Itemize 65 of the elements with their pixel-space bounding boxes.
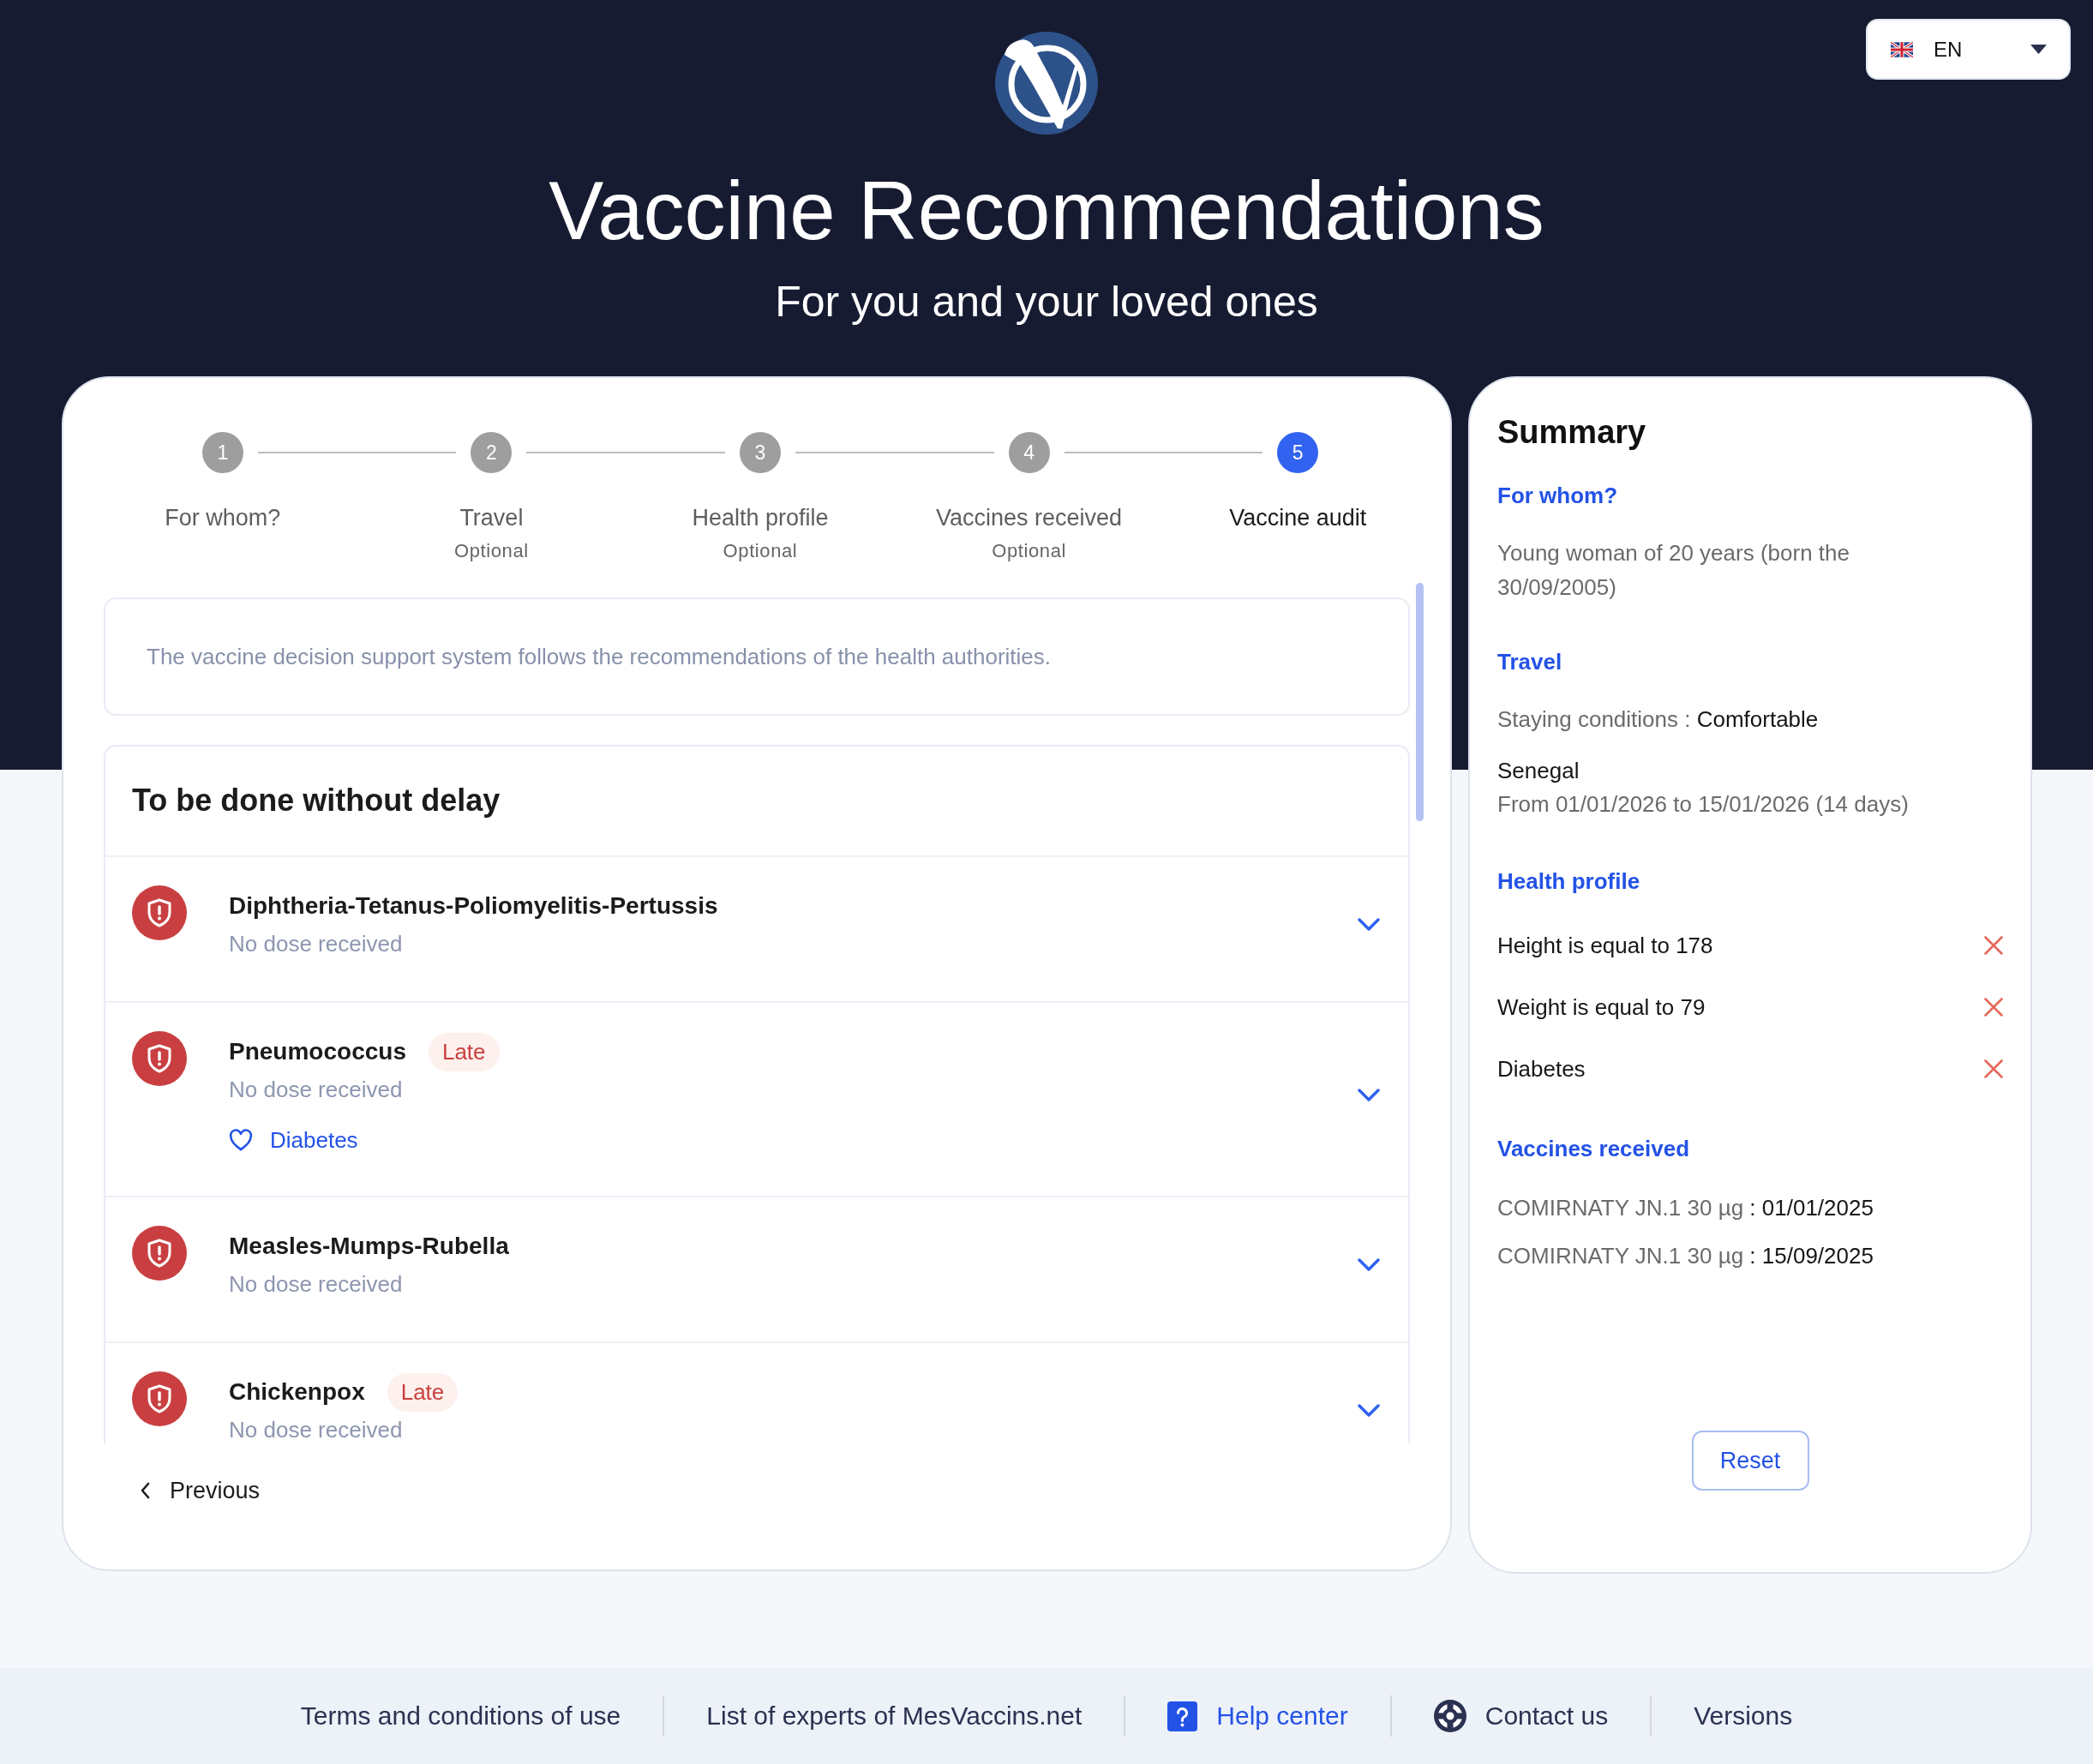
footer-link[interactable]: Terms and conditions of use (300, 1701, 621, 1731)
summary-title: Summary (1497, 413, 1647, 452)
condition-label: Diabetes (270, 1126, 358, 1154)
dose-status: No dose received (229, 930, 404, 958)
reset-button[interactable]: Reset (1691, 1431, 1809, 1491)
shield-warning-icon (132, 1371, 187, 1426)
step-label: Travel (459, 504, 524, 532)
info-notice: The vaccine decision support system follows the recommendations of the health authorities. (104, 597, 1410, 716)
vaccine-name: Diphtheria-Tetanus-Poliomyelitis-Pertussis (229, 892, 718, 920)
summary-heading: Travel (1497, 648, 1563, 676)
chevron-down-icon[interactable] (1358, 1404, 1380, 1418)
step-note: Optional (992, 539, 1066, 563)
step-label: Health profile (692, 504, 829, 532)
dose-status: No dose received (229, 1076, 404, 1104)
summary-heading: For whom? (1497, 482, 1619, 510)
step-number[interactable]: 5 (1277, 432, 1319, 473)
caret-down-icon (2030, 45, 2047, 54)
summary-heading: Health profile (1497, 867, 1641, 896)
v-logo-icon (995, 32, 1098, 135)
chevron-down-icon[interactable] (1358, 1258, 1380, 1272)
profile-item: Weight is equal to 79 (1497, 993, 1706, 1022)
vaccine-record: COMIRNATY JN.1 30 µg : 01/01/2025 (1497, 1194, 1874, 1222)
status-badge: Late (387, 1372, 459, 1412)
dose-status: No dose received (229, 1416, 404, 1443)
page-subtitle: For you and your loved ones (775, 277, 1318, 327)
lifebuoy-icon (1433, 1700, 1466, 1732)
close-icon[interactable] (1984, 998, 2003, 1017)
heart-icon (229, 1129, 253, 1151)
close-icon[interactable] (1984, 1059, 2003, 1078)
chevron-down-icon[interactable] (1358, 1088, 1380, 1102)
shield-warning-icon (132, 1226, 187, 1281)
contact-link[interactable]: Contact us (1433, 1700, 1609, 1732)
shield-warning-icon (132, 885, 187, 940)
profile-item: Diabetes (1497, 1055, 1586, 1083)
vaccine-name: Pneumococcus (229, 1038, 406, 1065)
scrollbar-thumb[interactable] (1416, 583, 1424, 821)
close-icon[interactable] (1984, 936, 2003, 955)
previous-button[interactable]: Previous (129, 1470, 271, 1511)
step-label: For whom? (165, 504, 281, 532)
section-heading: To be done without delay (105, 747, 1408, 857)
chevron-left-icon (139, 1481, 151, 1500)
step-label: Vaccines received (936, 504, 1123, 532)
dose-status: No dose received (229, 1270, 404, 1299)
footer-link[interactable]: List of experts of MesVaccins.net (706, 1701, 1082, 1731)
travel-dates: From 01/01/2026 to 15/01/2026 (14 days) (1497, 790, 1910, 819)
step-note: Optional (454, 539, 529, 563)
person-description: Young woman of 20 years (born the 30/09/2005) (1497, 539, 1850, 602)
status-badge: Late (428, 1032, 500, 1071)
help-icon (1167, 1701, 1198, 1731)
help-link[interactable]: Help center (1167, 1701, 1348, 1731)
language-select[interactable]: EN (1866, 19, 2071, 80)
chevron-down-icon[interactable] (1358, 918, 1380, 932)
destination: Senegal (1497, 757, 1580, 785)
step-label: Vaccine audit (1229, 504, 1367, 532)
flag-icon (1891, 41, 1913, 57)
profile-item: Height is equal to 178 (1497, 932, 1713, 960)
vaccine-name: Measles-Mumps-Rubella (229, 1233, 509, 1260)
shield-warning-icon (132, 1031, 187, 1086)
page-title: Vaccine Recommendations (549, 164, 1544, 258)
step-note: Optional (723, 539, 798, 563)
summary-heading: Vaccines received (1497, 1135, 1691, 1163)
vaccine-record: COMIRNATY JN.1 30 µg : 15/09/2025 (1497, 1242, 1874, 1270)
footer-link[interactable]: Versions (1694, 1701, 1793, 1731)
staying-conditions: Staying conditions : Comfortable (1497, 705, 1820, 734)
vaccine-name: Chickenpox (229, 1378, 365, 1406)
